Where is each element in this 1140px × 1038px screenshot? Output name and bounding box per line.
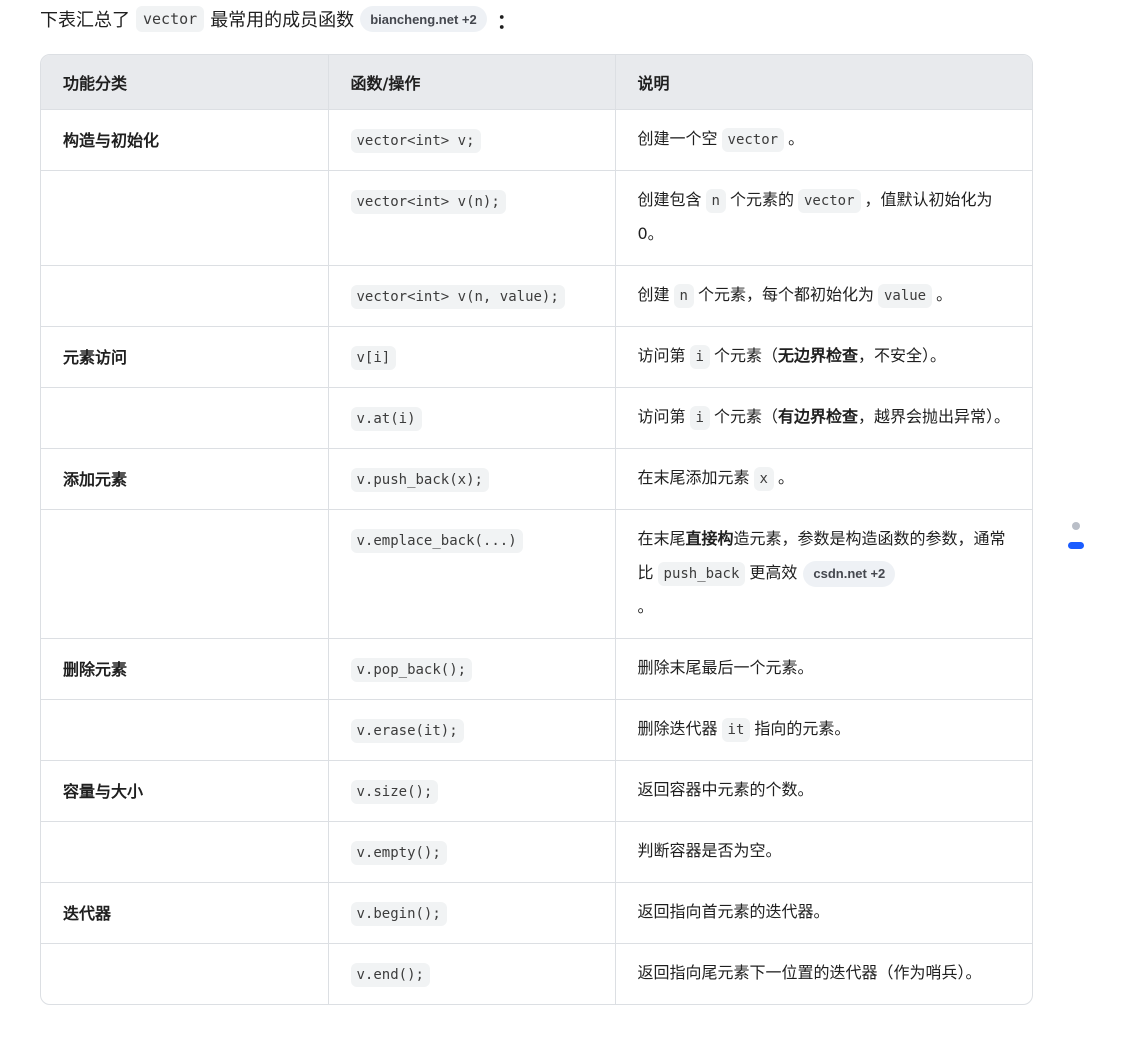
row-category	[41, 170, 329, 266]
table-row: v.erase(it); 删除迭代器 it 指向的元素。	[41, 699, 1032, 761]
row-function-code: vector<int> v(n);	[350, 190, 506, 214]
row-function-code: vector<int> v;	[350, 129, 481, 153]
row-function-code: v.erase(it);	[350, 719, 464, 743]
row-description: 删除迭代器 it 指向的元素。	[615, 699, 1032, 761]
intro-line: 下表汇总了 vector 最常用的成员函数 biancheng.net +2 ：	[40, 4, 517, 34]
row-category	[41, 509, 329, 639]
row-function-code: v[i]	[350, 346, 397, 370]
intro-code-vector: vector	[136, 6, 205, 32]
table-row: v.empty(); 判断容器是否为空。	[41, 821, 1032, 883]
source-chip[interactable]: biancheng.net +2	[360, 6, 487, 32]
pager-dot-1[interactable]	[1072, 522, 1080, 530]
intro-text-before: 下表汇总了	[40, 10, 130, 31]
table-row: 添加元素 v.push_back(x); 在末尾添加元素 x。	[41, 448, 1032, 510]
header-category: 功能分类	[41, 55, 329, 110]
source-chip[interactable]: csdn.net +2	[803, 560, 896, 587]
row-function-code: v.at(i)	[350, 407, 422, 431]
header-description: 说明	[615, 55, 1032, 110]
table-row: 容量与大小 v.size(); 返回容器中元素的个数。	[41, 760, 1032, 822]
row-category	[41, 265, 329, 327]
row-category	[41, 943, 329, 1004]
row-category	[41, 387, 329, 449]
table-row: v.at(i) 访问第 i 个元素（有边界检查，越界会抛出异常）。	[41, 387, 1032, 449]
intro-colon: ：	[496, 8, 517, 33]
table-header-row: 功能分类 函数/操作 说明	[41, 55, 1032, 110]
row-function-code: v.size();	[350, 780, 439, 804]
row-description: 创建一个空 vector。	[615, 109, 1032, 171]
table-row: vector<int> v(n, value); 创建 n 个元素，每个都初始化为 v…	[41, 265, 1032, 327]
row-description: 在末尾直接构造元素，参数是构造函数的参数，通常比 push_back 更高效 csdn…	[615, 509, 1032, 639]
row-function-code: v.emplace_back(...)	[350, 529, 523, 553]
row-function-code: v.end();	[350, 963, 430, 987]
row-function-code: v.push_back(x);	[350, 468, 489, 492]
row-description: 删除末尾最后一个元素。	[615, 638, 1032, 700]
intro-text-after: 最常用的成员函数	[210, 10, 355, 31]
row-description: 返回指向尾元素下一位置的迭代器（作为哨兵）。	[615, 943, 1032, 1004]
row-description: 访问第 i 个元素（有边界检查，越界会抛出异常）。	[615, 387, 1032, 449]
row-category: 容量与大小	[41, 760, 329, 822]
row-function-code: vector<int> v(n, value);	[350, 285, 565, 309]
row-category: 元素访问	[41, 326, 329, 388]
row-category: 构造与初始化	[41, 109, 329, 171]
header-function: 函数/操作	[328, 55, 616, 110]
row-category: 迭代器	[41, 882, 329, 944]
row-category: 添加元素	[41, 448, 329, 510]
pager-dot-2-active[interactable]	[1068, 542, 1084, 549]
table-row: 构造与初始化 vector<int> v; 创建一个空 vector。	[41, 109, 1032, 171]
table-row: v.emplace_back(...) 在末尾直接构造元素，参数是构造函数的参数…	[41, 509, 1032, 639]
table-row: 迭代器 v.begin(); 返回指向首元素的迭代器。	[41, 882, 1032, 944]
row-description: 判断容器是否为空。	[615, 821, 1032, 883]
member-function-table: 功能分类 函数/操作 说明 构造与初始化 vector<int> v; 创建一个…	[40, 54, 1033, 1005]
row-description: 返回指向首元素的迭代器。	[615, 882, 1032, 944]
row-description: 创建包含 n 个元素的 vector ，值默认初始化为0。	[615, 170, 1032, 266]
table-row: 删除元素 v.pop_back(); 删除末尾最后一个元素。	[41, 638, 1032, 700]
row-description: 在末尾添加元素 x。	[615, 448, 1032, 510]
row-category: 删除元素	[41, 638, 329, 700]
row-function-code: v.empty();	[350, 841, 447, 865]
table-row: vector<int> v(n); 创建包含 n 个元素的 vector ，值默认初始化…	[41, 170, 1032, 266]
row-description: 返回容器中元素的个数。	[615, 760, 1032, 822]
table-row: 元素访问 v[i] 访问第 i 个元素（无边界检查，不安全）。	[41, 326, 1032, 388]
row-description: 创建 n 个元素，每个都初始化为 value。	[615, 265, 1032, 327]
table-row: v.end(); 返回指向尾元素下一位置的迭代器（作为哨兵）。	[41, 943, 1032, 1004]
row-function-code: v.begin();	[350, 902, 447, 926]
row-category	[41, 821, 329, 883]
row-description: 访问第 i 个元素（无边界检查，不安全）。	[615, 326, 1032, 388]
row-function-code: v.pop_back();	[350, 658, 473, 682]
row-category	[41, 699, 329, 761]
